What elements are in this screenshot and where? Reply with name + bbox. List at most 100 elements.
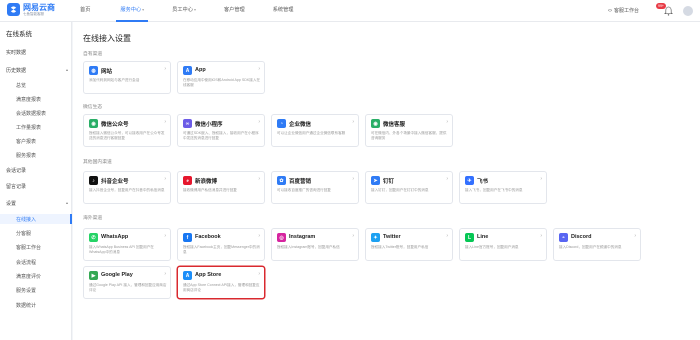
nav-item[interactable]: 系统管理 [269, 0, 298, 22]
app-icon: A [183, 66, 192, 75]
miniprogram-icon: ∞ [183, 119, 192, 128]
instagram-icon: ◎ [277, 233, 286, 242]
section-label: 微信生态 [83, 105, 103, 110]
line-icon: L [465, 233, 474, 242]
channel-card-title: Facebook [195, 234, 221, 240]
channel-card-title: 百度营销 [289, 179, 312, 185]
channel-card-description: 在移动应用中使用iOS和Android App SDK接入在线客服 [183, 78, 261, 87]
channel-card-title: 微信客服 [383, 122, 406, 128]
channel-card-description: 授权接入Twitter账号，回复用户私信 [371, 245, 429, 249]
channel-card[interactable]: ✈ 飞书 › 接入飞书，回复用户在飞书中的消息 [459, 171, 547, 204]
app-logo[interactable]: 网易云商 七鱼智能客服 [7, 3, 55, 16]
weibo-icon: ◕ [183, 176, 192, 185]
wechat-official-icon: ◉ [89, 119, 98, 128]
channel-card[interactable]: ◍ 网站 › 添加代码到网站与客户进行会话 [83, 61, 171, 94]
nav-item[interactable]: 首页 [76, 0, 94, 22]
channel-card[interactable]: ▶ Google Play › 通过Google Play API 接入，管理和回复应… [83, 266, 171, 299]
sidebar-item-label: 客户报表 [16, 139, 37, 145]
section-label: 自有渠道 [83, 52, 103, 57]
channel-card[interactable]: ♪ 抖音企业号 › 接入抖音企业号，回复用户在抖音中的私信消息 [83, 171, 171, 204]
nav-item[interactable]: 客户管理 [220, 0, 249, 22]
discord-icon: ◓ [559, 233, 568, 242]
channel-card-description: 授权接入Facebook主页，回复Messenger中的消息 [183, 245, 260, 254]
channel-card-description: 可通过SDK嵌入、授权接入，接收用户在小程序中发送的消息进行回复 [183, 131, 259, 140]
dingtalk-icon: ➤ [371, 176, 380, 185]
sidebar-item[interactable]: 总览 [16, 82, 26, 89]
chevron-down-icon: ▾ [193, 7, 196, 12]
channel-card[interactable]: ◉ 微信公众号 › 授权接入微信公众号，可以接收用户在公众号发送的消息进行客服回复 [83, 114, 171, 147]
chevron-up-icon: ▴ [65, 200, 68, 205]
nav-item-label: 员工中心 [172, 7, 193, 13]
sidebar-item[interactable]: 会话流程 [16, 259, 36, 266]
channel-card[interactable]: A App › 在移动应用中使用iOS和Android App SDK接入在线客服 [177, 61, 265, 94]
nav-item[interactable]: 员工中心▾ [168, 0, 200, 22]
bell-icon[interactable] [664, 6, 673, 16]
channel-card-title: WhatsApp [101, 234, 129, 240]
nav-item-label: 系统管理 [272, 7, 294, 13]
sidebar-item[interactable]: 留言记录 [6, 183, 26, 190]
workbench-link[interactable]: ‹› 客服工作台 [608, 7, 639, 15]
chevron-right-icon: › [352, 119, 354, 125]
channel-card[interactable]: f Facebook › 授权接入Facebook主页，回复Messenger中的消息 [177, 228, 265, 261]
sidebar-item[interactable]: 满意度报表 [16, 96, 41, 103]
channel-card[interactable]: ◓ Discord › 接入Discord，回复用户在频道中的消息 [553, 228, 641, 261]
channel-card-title: 飞书 [477, 179, 489, 185]
channel-card[interactable]: ➤ 钉钉 › 接入钉钉，回复用户在钉钉中的消息 [365, 171, 453, 204]
chevron-right-icon: › [164, 233, 166, 239]
sidebar-item[interactable]: 客服工作台 [16, 244, 41, 251]
sidebar-item[interactable]: 分客服 [16, 230, 31, 237]
channel-card[interactable]: ✦ Twitter › 授权接入Twitter账号，回复用户私信 [365, 228, 453, 261]
channel-card-title: 微信公众号 [101, 122, 129, 128]
channel-card-title: Line [477, 234, 489, 240]
channel-card[interactable]: ◉ 微信客服 › 可在微信内、外各个场景中接入微信客服，提供咨询服务 [365, 114, 453, 147]
sidebar-item[interactable]: 会话记录 [6, 167, 26, 174]
app-subtitle: 七鱼智能客服 [23, 12, 44, 16]
chevron-right-icon: › [634, 233, 636, 239]
chevron-down-icon: ▾ [142, 7, 145, 12]
chevron-right-icon: › [352, 176, 354, 182]
chevron-right-icon: › [446, 233, 448, 239]
channel-card-description: 授权接入微信公众号，可以接收用户在公众号发送的消息进行客服回复 [89, 131, 165, 140]
sidebar-item[interactable]: 工作量报表 [16, 124, 41, 131]
sidebar-item[interactable]: 在线接入 [16, 216, 36, 223]
sidebar-item[interactable]: 实时数据 [6, 49, 26, 56]
channel-card[interactable]: ◎ Instagram › 授权接入Instagram账号，回复用户私信 [271, 228, 359, 261]
channel-card-description: 接入飞书，回复用户在飞书中的消息 [465, 188, 523, 192]
channel-card-description: 接入抖音企业号，回复用户在抖音中的私信消息 [89, 188, 165, 192]
sidebar-item-label: 服务报表 [16, 153, 37, 159]
channel-card[interactable]: ∞ 微信小程序 › 可通过SDK嵌入、授权接入，接收用户在小程序中发送的消息进行回复 [177, 114, 265, 147]
facebook-icon: f [183, 233, 192, 242]
channel-card-title: Discord [571, 234, 592, 240]
sidebar-item[interactable]: 满意度评价 [16, 273, 41, 280]
feishu-icon: ✈ [465, 176, 474, 185]
chevron-right-icon: › [446, 119, 448, 125]
channel-card[interactable]: ✆ WhatsApp › 接入WhatsApp Business API 回复用户在W… [83, 228, 171, 261]
sidebar: 在线系统 实时数据 历史数据 ▴ 总览 满意度报表 会话数据报表 工作量报表 客户报表 服务报表… [0, 22, 72, 340]
sidebar-item-label: 数据统计 [16, 303, 37, 309]
sidebar-item[interactable]: 会话数据报表 [16, 110, 46, 117]
channel-card[interactable]: ✿ 百度营销 › 可以接收百度推广的咨询进行回复 [271, 171, 359, 204]
sidebar-item-label: 总览 [16, 83, 27, 89]
channel-card-title: 微信小程序 [195, 122, 223, 128]
channel-card[interactable]: L Line › 接入Line官方账号，回复用户消息 [459, 228, 547, 261]
wecom-icon: ◔ [277, 119, 286, 128]
main-content: 在线接入设置 自有渠道 ◍ 网站 › 添加代码到网站与客户进行会话 A App › 在移动应用中… [73, 22, 700, 340]
channel-card[interactable]: ◔ 企业微信 › 可以让企业微信用户通过企业微信联系客服 [271, 114, 359, 147]
channel-card-description: 接入WhatsApp Business API 回复用户在WhatsApp中的消… [89, 245, 154, 254]
sidebar-item-label: 工作量报表 [16, 125, 42, 131]
nav-item[interactable]: 服务中心▾ [116, 0, 149, 22]
page-title: 在线接入设置 [83, 34, 131, 43]
baidu-icon: ✿ [277, 176, 286, 185]
avatar[interactable] [683, 6, 693, 16]
sidebar-item[interactable]: 设置 ▴ [6, 200, 68, 207]
sidebar-item[interactable]: 服务报表 [16, 152, 36, 159]
sidebar-item-label: 在线接入 [16, 217, 37, 223]
sidebar-item[interactable]: 客户报表 [16, 138, 36, 145]
channel-card[interactable]: ◕ 新浪微博 › 接收微博用户私信消息并进行回复 [177, 171, 265, 204]
nav-item-label: 首页 [80, 7, 91, 13]
sidebar-item[interactable]: 历史数据 ▴ [6, 67, 68, 74]
sidebar-item[interactable]: 服务设置 [16, 287, 36, 294]
sidebar-item[interactable]: 数据统计 [16, 302, 36, 309]
channel-card[interactable]: A App Store › 通过App Store Connect API接入，管理和… [177, 266, 265, 299]
twitter-icon: ✦ [371, 233, 380, 242]
